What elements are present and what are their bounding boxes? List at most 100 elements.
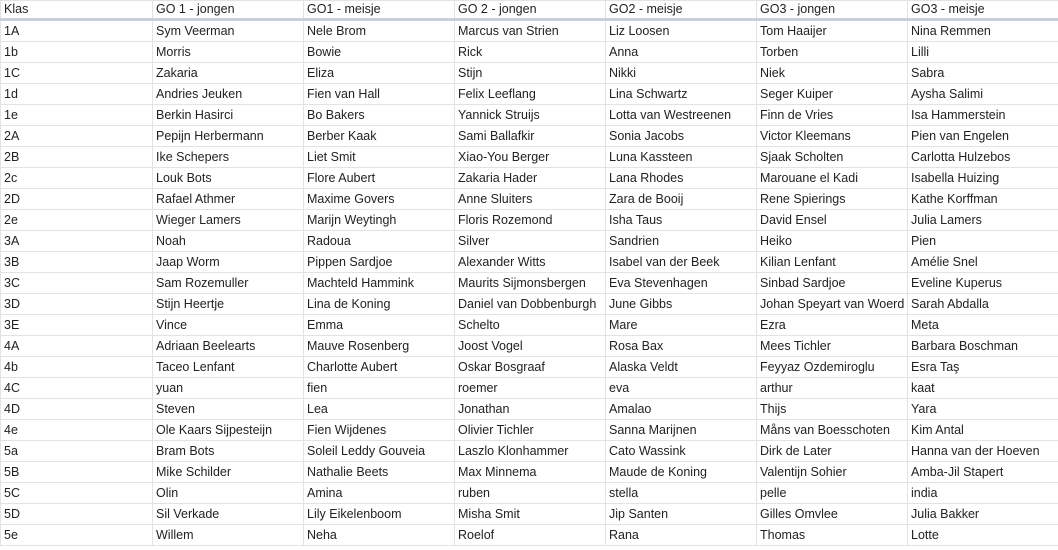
cell-go2-meisje[interactable]: Sanna Marijnen xyxy=(605,419,757,441)
cell-go1-meisje[interactable]: Nathalie Beets xyxy=(303,461,455,483)
cell-go2-jongen[interactable]: Silver xyxy=(454,230,606,252)
cell-go2-jongen[interactable]: Max Minnema xyxy=(454,461,606,483)
cell-go1-jongen[interactable]: Bram Bots xyxy=(152,440,304,462)
cell-go2-jongen[interactable]: Joost Vogel xyxy=(454,335,606,357)
cell-go2-jongen[interactable]: Schelto xyxy=(454,314,606,336)
cell-go1-meisje[interactable]: Fien van Hall xyxy=(303,83,455,105)
cell-go3-jongen[interactable]: Thijs xyxy=(756,398,908,420)
cell-go3-jongen[interactable]: David Ensel xyxy=(756,209,908,231)
cell-go3-meisje[interactable]: Meta xyxy=(907,314,1058,336)
cell-go2-jongen[interactable]: Oskar Bosgraaf xyxy=(454,356,606,378)
cell-go1-meisje[interactable]: Bowie xyxy=(303,41,455,63)
cell-go2-meisje[interactable]: Sonia Jacobs xyxy=(605,125,757,147)
cell-go3-jongen[interactable]: Dirk de Later xyxy=(756,440,908,462)
cell-klas[interactable]: 4C xyxy=(0,377,153,399)
cell-go2-jongen[interactable]: Zakaria Hader xyxy=(454,167,606,189)
cell-go2-meisje[interactable]: Nikki xyxy=(605,62,757,84)
cell-go2-jongen[interactable]: Marcus van Strien xyxy=(454,19,606,42)
cell-go2-meisje[interactable]: Isha Taus xyxy=(605,209,757,231)
cell-go1-meisje[interactable]: Nele Brom xyxy=(303,19,455,42)
cell-go2-meisje[interactable]: Liz Loosen xyxy=(605,19,757,42)
cell-go1-jongen[interactable]: Ole Kaars Sijpesteijn xyxy=(152,419,304,441)
cell-klas[interactable]: 4D xyxy=(0,398,153,420)
cell-go2-jongen[interactable]: Misha Smit xyxy=(454,503,606,525)
cell-go2-meisje[interactable]: Maude de Koning xyxy=(605,461,757,483)
cell-go1-meisje[interactable]: Charlotte Aubert xyxy=(303,356,455,378)
cell-go2-jongen[interactable]: ruben xyxy=(454,482,606,504)
cell-go2-meisje[interactable]: stella xyxy=(605,482,757,504)
cell-go3-meisje[interactable]: Amba-Jil Stapert xyxy=(907,461,1058,483)
cell-klas[interactable]: 4e xyxy=(0,419,153,441)
cell-go2-jongen[interactable]: Maurits Sijmonsbergen xyxy=(454,272,606,294)
cell-go2-jongen[interactable]: Felix Leeflang xyxy=(454,83,606,105)
cell-go2-meisje[interactable]: Amalao xyxy=(605,398,757,420)
cell-go3-meisje[interactable]: Lilli xyxy=(907,41,1058,63)
cell-go3-jongen[interactable]: Sinbad Sardjoe xyxy=(756,272,908,294)
cell-go2-jongen[interactable]: roemer xyxy=(454,377,606,399)
cell-klas[interactable]: 3B xyxy=(0,251,153,273)
cell-go2-meisje[interactable]: Alaska Veldt xyxy=(605,356,757,378)
cell-go2-meisje[interactable]: Isabel van der Beek xyxy=(605,251,757,273)
cell-go1-jongen[interactable]: Noah xyxy=(152,230,304,252)
cell-klas[interactable]: 2B xyxy=(0,146,153,168)
cell-go3-jongen[interactable]: Johan Speyart van Woerd xyxy=(756,293,908,315)
cell-go3-meisje[interactable]: Carlotta Hulzebos xyxy=(907,146,1058,168)
cell-go1-jongen[interactable]: Jaap Worm xyxy=(152,251,304,273)
cell-go3-jongen[interactable]: Seger Kuiper xyxy=(756,83,908,105)
cell-go1-meisje[interactable]: Eliza xyxy=(303,62,455,84)
cell-go1-jongen[interactable]: Zakaria xyxy=(152,62,304,84)
cell-go3-jongen[interactable]: Victor Kleemans xyxy=(756,125,908,147)
cell-go1-jongen[interactable]: Wieger Lamers xyxy=(152,209,304,231)
cell-go1-jongen[interactable]: Pepijn Herbermann xyxy=(152,125,304,147)
header-go3-meisje[interactable]: GO3 - meisje xyxy=(907,0,1058,21)
cell-go1-meisje[interactable]: Pippen Sardjoe xyxy=(303,251,455,273)
cell-go3-jongen[interactable]: Ezra xyxy=(756,314,908,336)
cell-klas[interactable]: 1b xyxy=(0,41,153,63)
cell-go1-meisje[interactable]: Amina xyxy=(303,482,455,504)
cell-go2-meisje[interactable]: Mare xyxy=(605,314,757,336)
cell-go1-meisje[interactable]: Mauve Rosenberg xyxy=(303,335,455,357)
cell-go3-jongen[interactable]: Marouane el Kadi xyxy=(756,167,908,189)
cell-klas[interactable]: 4b xyxy=(0,356,153,378)
cell-go3-meisje[interactable]: Amélie Snel xyxy=(907,251,1058,273)
cell-go1-meisje[interactable]: Soleil Leddy Gouveia xyxy=(303,440,455,462)
cell-go1-jongen[interactable]: Sam Rozemuller xyxy=(152,272,304,294)
cell-go2-jongen[interactable]: Olivier Tichler xyxy=(454,419,606,441)
cell-go3-jongen[interactable]: arthur xyxy=(756,377,908,399)
cell-go1-jongen[interactable]: Rafael Athmer xyxy=(152,188,304,210)
cell-go3-jongen[interactable]: Finn de Vries xyxy=(756,104,908,126)
header-go2-meisje[interactable]: GO2 - meisje xyxy=(605,0,757,21)
cell-klas[interactable]: 2c xyxy=(0,167,153,189)
cell-go1-meisje[interactable]: Machteld Hammink xyxy=(303,272,455,294)
cell-klas[interactable]: 1A xyxy=(0,19,153,42)
cell-go1-jongen[interactable]: Taceo Lenfant xyxy=(152,356,304,378)
cell-klas[interactable]: 1C xyxy=(0,62,153,84)
cell-go3-meisje[interactable]: Esra Taş xyxy=(907,356,1058,378)
cell-go1-jongen[interactable]: Willem xyxy=(152,524,304,546)
cell-go2-jongen[interactable]: Jonathan xyxy=(454,398,606,420)
cell-go1-jongen[interactable]: Vince xyxy=(152,314,304,336)
cell-go3-jongen[interactable]: Gilles Omvlee xyxy=(756,503,908,525)
cell-go1-meisje[interactable]: Lily Eikelenboom xyxy=(303,503,455,525)
cell-go1-meisje[interactable]: Emma xyxy=(303,314,455,336)
cell-go3-meisje[interactable]: india xyxy=(907,482,1058,504)
cell-go1-meisje[interactable]: Radoua xyxy=(303,230,455,252)
cell-go3-meisje[interactable]: Aysha Salimi xyxy=(907,83,1058,105)
cell-go2-meisje[interactable]: Luna Kassteen xyxy=(605,146,757,168)
cell-go3-jongen[interactable]: Sjaak Scholten xyxy=(756,146,908,168)
cell-go2-jongen[interactable]: Laszlo Klonhammer xyxy=(454,440,606,462)
cell-go3-meisje[interactable]: Sarah Abdalla xyxy=(907,293,1058,315)
cell-go3-meisje[interactable]: Kathe Korffman xyxy=(907,188,1058,210)
cell-go1-jongen[interactable]: Louk Bots xyxy=(152,167,304,189)
cell-go3-meisje[interactable]: Hanna van der Hoeven xyxy=(907,440,1058,462)
cell-go2-jongen[interactable]: Stijn xyxy=(454,62,606,84)
cell-go2-jongen[interactable]: Roelof xyxy=(454,524,606,546)
cell-go3-meisje[interactable]: Barbara Boschman xyxy=(907,335,1058,357)
cell-go3-meisje[interactable]: Yara xyxy=(907,398,1058,420)
cell-go2-jongen[interactable]: Floris Rozemond xyxy=(454,209,606,231)
cell-go1-meisje[interactable]: Bo Bakers xyxy=(303,104,455,126)
cell-go2-meisje[interactable]: Cato Wassink xyxy=(605,440,757,462)
cell-go1-meisje[interactable]: Neha xyxy=(303,524,455,546)
cell-go2-meisje[interactable]: eva xyxy=(605,377,757,399)
cell-go1-jongen[interactable]: Andries Jeuken xyxy=(152,83,304,105)
